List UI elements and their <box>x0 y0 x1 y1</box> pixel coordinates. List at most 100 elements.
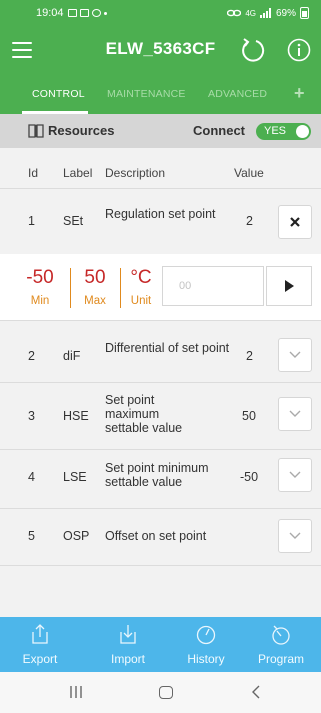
row-description: Set point maximum settable value <box>105 393 183 435</box>
row-value: 50 <box>242 409 256 423</box>
import-icon <box>120 625 136 644</box>
connect-toggle[interactable]: YES <box>256 123 311 140</box>
table-row-3[interactable]: 3 HSE Set point maximum settable value 5… <box>0 383 321 445</box>
expand-row-button[interactable] <box>278 458 312 492</box>
mail-notification-icon <box>79 9 89 17</box>
max-label: Max <box>84 295 106 307</box>
status-time: 19:04 <box>36 7 64 19</box>
expand-row-button[interactable] <box>278 338 312 372</box>
header-label: Label <box>63 166 93 180</box>
nav-export-button[interactable]: Export <box>0 617 80 672</box>
book-icon <box>28 124 44 138</box>
header-description: Description <box>105 166 166 180</box>
unit-value: °C <box>130 267 152 288</box>
battery-icon <box>300 7 309 19</box>
table-row-2[interactable]: 2 diF Differential of set point 2 <box>0 321 321 379</box>
row-value: 2 <box>246 349 253 363</box>
max-value: 50 <box>84 267 106 288</box>
table-row-1[interactable]: 1 SEt Regulation set point 2 <box>0 189 321 253</box>
row-label: LSE <box>63 470 87 484</box>
status-right: 4G 69% <box>227 7 309 19</box>
device-title: ELW_5363CF <box>105 39 216 58</box>
connect-label: Connect <box>193 123 245 138</box>
editor-separator <box>120 268 121 308</box>
row-label: SEt <box>63 214 84 228</box>
tab-bar: CONTROL MAINTENANCE ADVANCED + <box>0 76 321 114</box>
battery-percent: 69% <box>275 7 296 19</box>
header-value: Value <box>234 166 264 180</box>
row-description: Differential of set point <box>105 341 230 355</box>
nav-history-label: History <box>187 652 225 666</box>
table-row-4[interactable]: 4 LSE Set point minimum settable value -… <box>0 450 321 506</box>
play-icon <box>285 280 294 292</box>
link-icon <box>227 9 242 17</box>
phone-screen: 19:04 4G 69% ELW_5363CF CONTROL MAINTENA… <box>0 0 321 713</box>
home-icon[interactable] <box>159 686 173 699</box>
close-icon <box>290 217 300 227</box>
export-icon <box>32 624 48 644</box>
status-bar: 19:04 4G 69% <box>0 0 321 26</box>
nav-program-button[interactable]: Program <box>241 617 321 672</box>
notification-icons <box>67 9 107 17</box>
row-description: Regulation set point <box>105 207 216 221</box>
send-value-button[interactable] <box>266 266 312 306</box>
table-header: Id Label Description Value <box>0 160 321 188</box>
chevron-down-icon <box>289 532 301 539</box>
info-icon[interactable] <box>287 38 311 62</box>
chevron-down-icon <box>289 471 301 478</box>
toggle-knob <box>296 125 309 138</box>
resources-label[interactable]: Resources <box>48 123 114 138</box>
collapse-row-button[interactable] <box>278 205 312 239</box>
header-id: Id <box>28 166 39 180</box>
status-left: 19:04 <box>36 7 107 19</box>
row-value: -50 <box>240 470 259 484</box>
nav-import-label: Import <box>110 652 145 666</box>
chevron-down-icon <box>289 351 301 358</box>
row-id: 5 <box>28 529 35 543</box>
tab-advanced[interactable]: ADVANCED <box>208 88 267 100</box>
min-label: Min <box>30 295 50 307</box>
row-label: OSP <box>63 529 90 543</box>
nav-program-label: Program <box>257 652 304 666</box>
unit-label: Unit <box>130 295 152 307</box>
nav-history-button[interactable]: History <box>166 617 246 672</box>
row-id: 4 <box>28 470 35 484</box>
expand-row-button[interactable] <box>278 519 312 553</box>
value-input[interactable] <box>162 266 264 306</box>
row-id: 3 <box>28 409 35 423</box>
row-divider <box>0 565 321 566</box>
timer-icon <box>272 625 290 645</box>
system-navigation-bar <box>0 672 321 713</box>
chevron-down-icon <box>289 410 301 417</box>
row-label: HSE <box>63 409 89 423</box>
tab-maintenance[interactable]: MAINTENANCE <box>107 88 186 100</box>
tab-control[interactable]: CONTROL <box>32 88 85 100</box>
dot-notification-icon <box>103 11 107 15</box>
connect-toggle-value: YES <box>264 125 287 137</box>
app-bar: ELW_5363CF <box>0 26 321 76</box>
row-id: 1 <box>28 214 35 228</box>
gallery-notification-icon <box>67 9 77 17</box>
row-description: Offset on set point <box>105 529 207 543</box>
expand-row-button[interactable] <box>278 397 312 431</box>
history-icon <box>196 625 216 645</box>
recent-apps-icon[interactable] <box>69 686 83 698</box>
refresh-icon[interactable] <box>240 37 266 63</box>
resources-bar: Resources Connect YES <box>0 114 321 148</box>
bottom-nav: Export Import History Program <box>0 617 321 672</box>
row-value: 2 <box>246 214 253 228</box>
table-row-5[interactable]: 5 OSP Offset on set point <box>0 509 321 563</box>
min-value: -50 <box>26 267 54 288</box>
row-id: 2 <box>28 349 35 363</box>
nav-export-label: Export <box>22 652 58 666</box>
add-tab-button[interactable]: + <box>294 83 305 104</box>
row-description: Set point minimum settable value <box>105 461 209 489</box>
network-type: 4G <box>245 8 256 18</box>
nav-import-button[interactable]: Import <box>88 617 168 672</box>
editor-separator <box>70 268 71 308</box>
row-label: diF <box>63 349 81 363</box>
app-notification-icon <box>91 9 101 17</box>
back-icon[interactable] <box>249 685 263 699</box>
signal-icon <box>259 8 271 18</box>
value-editor: -50 Min 50 Max °C Unit <box>0 254 321 320</box>
